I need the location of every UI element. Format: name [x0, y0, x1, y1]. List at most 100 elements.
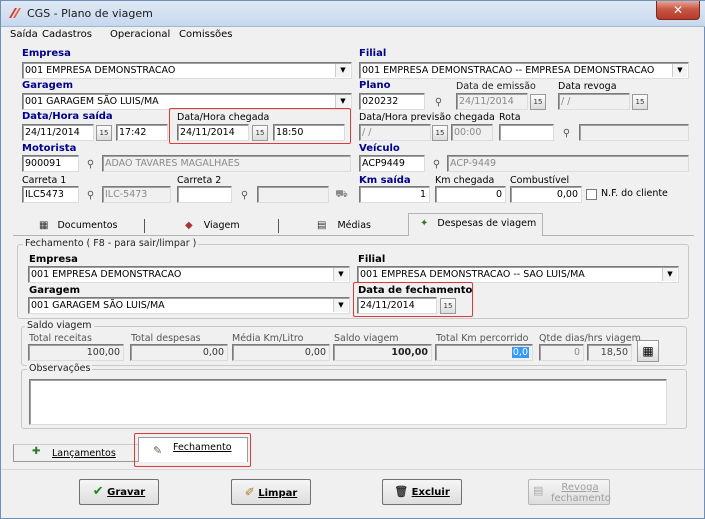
motorista-label: Motorista [22, 143, 77, 154]
empresa-select[interactable]: 001 EMPRESA DEMONSTRACAO ▼ [22, 62, 352, 79]
fech-garagem-select[interactable]: 001 GARAGEM SÃO LUIS/MA ▼ [28, 297, 350, 314]
carreta1-label: Carreta 1 [22, 175, 67, 186]
nf-cliente-checkbox[interactable] [586, 189, 597, 200]
data-chegada-input[interactable]: 24/11/2014 [177, 124, 249, 141]
excluir-button[interactable]: 🗑 Excluir [382, 479, 462, 505]
data-revoga-label: Data revoga [558, 81, 617, 92]
search-binoculars-icon[interactable]: ⚲ [428, 156, 445, 173]
media-km-value: 0,00 [232, 344, 330, 361]
tab-medias[interactable]: ▤ Médias [317, 216, 371, 235]
qtde-hrs-value: 18,50 [587, 344, 632, 361]
gravar-label: Gravar [107, 487, 146, 498]
search-binoculars-icon[interactable]: ⚲ [430, 94, 447, 111]
revoga-fechamento-button[interactable]: ▤ Revoga fechamento [528, 479, 611, 505]
fech-garagem-label: Garagem [29, 285, 80, 296]
hora-chegada-input[interactable]: 18:50 [273, 124, 345, 141]
total-despesas-value: 0,00 [130, 344, 228, 361]
empresa-value: 001 EMPRESA DEMONSTRACAO [25, 65, 176, 76]
total-km-field: 0,0 [435, 344, 533, 361]
km-saida-input[interactable]: 1 [359, 186, 430, 203]
fech-empresa-select[interactable]: 001 EMPRESA DEMONSTRACAO ▼ [28, 266, 350, 283]
chevron-down-icon: ▼ [333, 268, 348, 281]
garagem-value: 001 GARAGEM SÃO LUIS/MA [25, 96, 159, 107]
truck-icon[interactable]: ⛟ [333, 186, 350, 203]
fech-filial-select[interactable]: 001 EMPRESA DEMONSTRACAO -- SAO LUIS/MA … [357, 266, 679, 283]
carreta2-plate-input[interactable] [177, 186, 232, 203]
total-km-value: 0,0 [511, 347, 529, 358]
calculator-icon: ▤ [317, 220, 327, 231]
search-binoculars-icon[interactable]: ⚲ [82, 187, 99, 204]
tab-label: Médias [337, 220, 371, 231]
gravar-button[interactable]: ✔ Gravar [79, 479, 159, 505]
car-icon: ◆ [185, 220, 193, 231]
checkmark-icon: ✔ [92, 484, 104, 499]
fech-filial-label: Filial [358, 254, 386, 265]
close-button[interactable]: ✕ [656, 1, 700, 20]
calculator-icon: ▦ [642, 344, 654, 358]
tab-strip-line [13, 235, 694, 236]
motorista-code-input[interactable]: 900091 [22, 155, 79, 172]
media-km-label: Média Km/Litro [232, 333, 304, 344]
carreta1-plate-display: ILC-5473 [102, 186, 171, 203]
chevron-down-icon: ▼ [335, 64, 350, 77]
pen-icon: ✎ [153, 444, 163, 457]
menu-comissoes[interactable]: Comissões [179, 29, 233, 40]
tab-divider [278, 219, 279, 233]
tab-label: Despesas de viagem [437, 218, 537, 229]
combustivel-input[interactable]: 0,00 [510, 186, 582, 203]
saldo-viagem-value: 100,00 [333, 344, 432, 361]
filial-value: 001 EMPRESA DEMONSTRACAO -- EMPRESA DEMO… [362, 65, 655, 76]
tab-viagem[interactable]: ◆ Viagem [185, 216, 240, 235]
observacoes-label: Observações [27, 363, 93, 374]
data-saida-input[interactable]: 24/11/2014 [22, 124, 94, 141]
observacoes-textarea[interactable] [29, 379, 667, 425]
empresa-label: Empresa [22, 48, 71, 59]
filial-select[interactable]: 001 EMPRESA DEMONSTRACAO -- EMPRESA DEMO… [359, 62, 689, 79]
rota-description [579, 124, 689, 141]
revoga-label-line2: fechamento [551, 493, 611, 504]
carreta2-label: Carreta 2 [177, 175, 222, 186]
plano-input[interactable]: 020232 [359, 93, 425, 110]
data-fechamento-input[interactable]: 24/11/2014 [357, 297, 437, 314]
tab-documentos[interactable]: ▦ Documentos [39, 216, 117, 235]
broom-icon: ✐ [244, 485, 255, 499]
plano-label: Plano [359, 80, 391, 91]
fech-empresa-value: 001 EMPRESA DEMONSTRACAO [31, 269, 182, 280]
search-binoculars-icon[interactable]: ⚲ [558, 125, 575, 142]
calendar-icon: 15 [432, 125, 448, 141]
search-binoculars-icon[interactable]: ⚲ [236, 187, 253, 204]
total-km-label: Total Km percorrido [436, 333, 529, 344]
tab-despesas-de-viagem[interactable]: ✦ Despesas de viagem [420, 214, 536, 233]
menu-saida[interactable]: Saída [10, 29, 38, 40]
data-hora-chegada-label: Data/Hora chegada [177, 112, 270, 123]
veiculo-plate-input[interactable]: ACP9449 [359, 155, 425, 172]
combustivel-label: Combustível [510, 175, 570, 186]
fech-garagem-value: 001 GARAGEM SÃO LUIS/MA [31, 300, 165, 311]
km-chegada-input[interactable]: 0 [435, 186, 506, 203]
veiculo-label: Veículo [359, 143, 400, 154]
menu-operacional[interactable]: Operacional [110, 29, 170, 40]
km-saida-label: Km saída [359, 175, 411, 186]
limpar-label: Limpar [258, 488, 298, 499]
subtab-lancamentos[interactable]: ✚ Lançamentos [13, 444, 153, 462]
total-receitas-value: 100,00 [28, 344, 124, 361]
data-revoga-input: / / [558, 93, 630, 110]
saldo-viagem-label: Saldo viagem [334, 333, 399, 344]
revoga-label-line1: Revoga [561, 482, 599, 493]
carreta1-plate-input[interactable]: ILC5473 [22, 186, 79, 203]
hora-saida-input[interactable]: 17:42 [116, 124, 168, 141]
calendar-icon[interactable]: 15 [440, 298, 456, 314]
total-despesas-label: Total despesas [131, 333, 201, 344]
rota-input[interactable] [499, 124, 554, 141]
window-title: CGS - Plano de viagem [27, 7, 153, 20]
search-binoculars-icon[interactable]: ⚲ [82, 156, 99, 173]
limpar-button[interactable]: ✐ Limpar [231, 479, 311, 505]
qtde-dias-label: Qtde dias/hrs viagem [539, 333, 641, 344]
calendar-icon[interactable]: 15 [96, 125, 112, 141]
menu-cadastros[interactable]: Cadastros [42, 29, 92, 40]
filial-label: Filial [359, 48, 387, 59]
chevron-down-icon: ▼ [333, 299, 348, 312]
previsao-chegada-label: Data/Hora previsão chegada [359, 112, 495, 123]
calculator-button[interactable]: ▦ [637, 340, 659, 362]
calendar-icon[interactable]: 15 [252, 125, 268, 141]
